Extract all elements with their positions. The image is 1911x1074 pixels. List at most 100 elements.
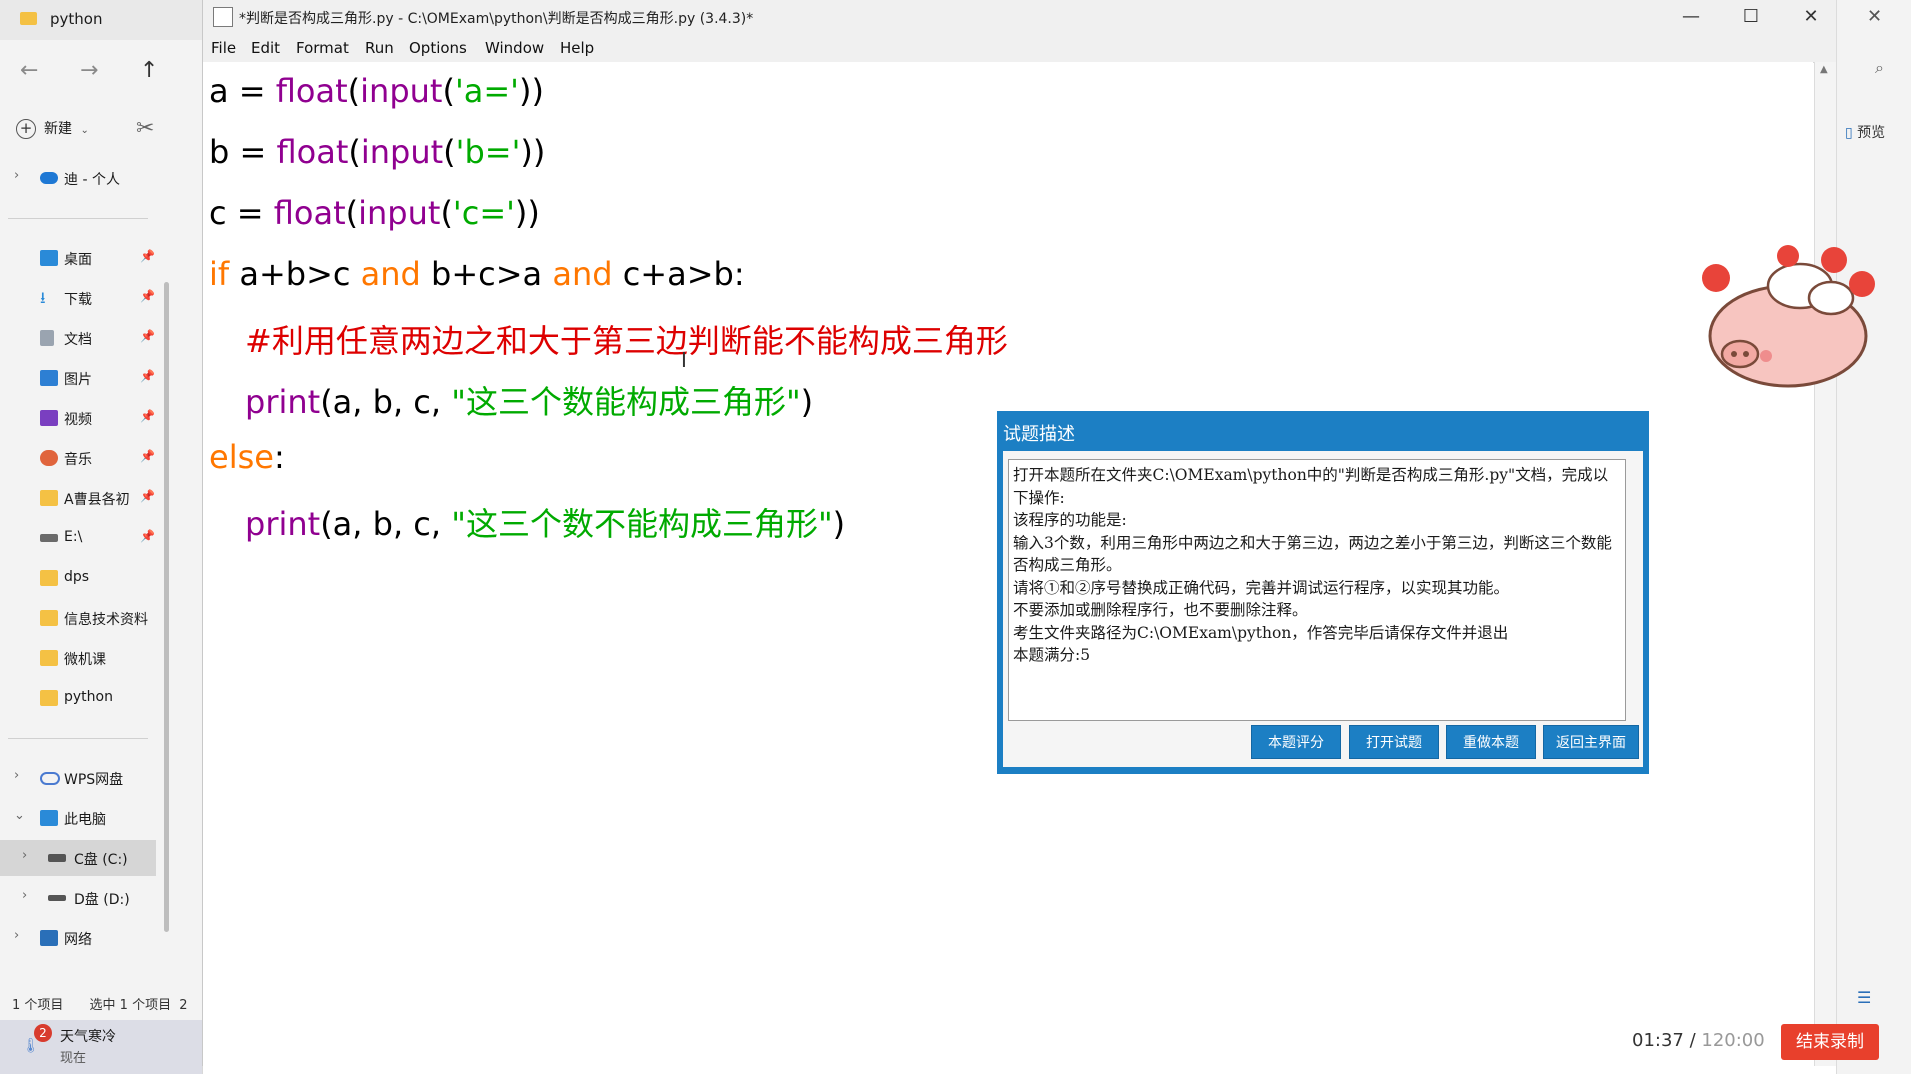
nav-item-label: 文档	[64, 332, 92, 348]
menu-window[interactable]: Window	[485, 39, 544, 57]
python-file-icon	[213, 7, 233, 27]
up-arrow-icon[interactable]: ↑	[140, 58, 158, 83]
menu-format[interactable]: Format	[296, 39, 349, 57]
new-button[interactable]: + 新建 ⌄	[16, 118, 89, 139]
redo-button[interactable]: 重做本题	[1446, 725, 1536, 759]
preview-button[interactable]: ▯ 预览	[1845, 122, 1885, 142]
nav-item-label: C盘 (C:)	[74, 852, 128, 868]
code-keyword: if	[209, 255, 230, 293]
return-main-button[interactable]: 返回主界面	[1543, 725, 1639, 759]
code-builtin: float	[275, 72, 348, 110]
drive-icon	[40, 534, 58, 542]
chevron-right-icon[interactable]: ›	[22, 888, 27, 903]
code-builtin: input	[360, 133, 444, 171]
details-view-icon[interactable]: ☰	[1857, 988, 1871, 1007]
nav-item-label: 网络	[64, 932, 92, 948]
pin-icon[interactable]: 📌	[140, 529, 155, 543]
nav-item-folder-a[interactable]: A曹县各初 📌	[0, 480, 160, 516]
cut-icon[interactable]: ✂	[136, 116, 154, 141]
description-line: 考生文件夹路径为C:\OMExam\python，作答完毕后请保存文件并退出	[1013, 623, 1509, 642]
editor-scrollbar[interactable]: ▲	[1814, 62, 1837, 1066]
nav-item-dps[interactable]: dps	[0, 560, 160, 596]
weather-widget[interactable]: 🌡 2 天气寒冷 现在	[0, 1020, 202, 1074]
code-text: (a, b, c,	[320, 505, 452, 543]
drive-icon	[48, 895, 66, 901]
nav-item-drive-e[interactable]: E:\ 📌	[0, 520, 160, 556]
explorer-scrollbar[interactable]	[164, 282, 169, 932]
code-text: (	[348, 133, 361, 171]
nav-item-python[interactable]: python	[0, 680, 160, 716]
nav-item-documents[interactable]: 文档 📌	[0, 320, 160, 356]
divider	[8, 218, 148, 219]
nav-item-drive-d[interactable]: › D盘 (D:)	[0, 880, 160, 916]
nav-item-network[interactable]: › 网络	[0, 920, 160, 956]
close-icon[interactable]: ✕	[1781, 4, 1841, 30]
pin-icon[interactable]: 📌	[140, 249, 155, 263]
chevron-right-icon[interactable]: ›	[14, 928, 19, 943]
menu-options[interactable]: Options	[409, 39, 467, 57]
pin-icon[interactable]: 📌	[140, 409, 155, 423]
code-text: (	[440, 194, 453, 232]
menu-run[interactable]: Run	[365, 39, 394, 57]
status-extra: 2	[179, 998, 188, 1013]
code-string: 'a='	[454, 72, 519, 110]
nav-item-drive-c[interactable]: › C盘 (C:)	[0, 840, 156, 876]
pin-icon[interactable]: 📌	[140, 329, 155, 343]
minimize-icon[interactable]: —	[1661, 4, 1721, 30]
close-icon[interactable]: ✕	[1867, 6, 1882, 27]
nav-item-pictures[interactable]: 图片 📌	[0, 360, 160, 396]
code-line-7: else:	[209, 438, 285, 476]
maximize-icon[interactable]: ☐	[1721, 4, 1781, 30]
nav-item-this-pc[interactable]: ⌄ 此电脑	[0, 800, 160, 836]
chevron-down-icon: ⌄	[80, 125, 89, 136]
search-icon[interactable]: ⌕	[1875, 58, 1884, 78]
description-line: 请将①和②序号替换成正确代码，完善并调试运行程序，以实现其功能。	[1013, 578, 1510, 597]
text-cursor-icon: I	[681, 348, 687, 372]
nav-item-videos[interactable]: 视频 📌	[0, 400, 160, 436]
open-question-button[interactable]: 打开试题	[1349, 725, 1439, 759]
chevron-right-icon[interactable]: ›	[22, 848, 27, 863]
description-textbox[interactable]: 打开本题所在文件夹C:\OMExam\python中的"判断是否构成三角形.py…	[1008, 459, 1626, 721]
forward-arrow-icon[interactable]: →	[80, 58, 98, 83]
code-keyword: and	[360, 255, 421, 293]
menu-help[interactable]: Help	[560, 39, 594, 57]
pin-icon[interactable]: 📌	[140, 489, 155, 503]
window-title: *判断是否构成三角形.py - C:\OMExam\python\判断是否构成三…	[239, 11, 754, 27]
new-button-label: 新建	[44, 121, 72, 137]
pin-icon[interactable]: 📌	[140, 449, 155, 463]
back-arrow-icon[interactable]: ←	[20, 58, 38, 83]
recording-timer: 01:37 / 120:00	[1632, 1030, 1765, 1051]
computer-icon	[40, 810, 58, 826]
code-string: "这三个数能构成三角形"	[451, 383, 801, 421]
chevron-right-icon[interactable]: ›	[14, 768, 19, 783]
nav-item-microclass[interactable]: 微机课	[0, 640, 160, 676]
file-explorer-window: python ← → ↑ + 新建 ⌄ ✂ › 迪 - 个人 桌面 📌 ⭳ 下载 …	[0, 0, 203, 1074]
stop-recording-button[interactable]: 结束录制	[1781, 1024, 1879, 1060]
scroll-up-icon[interactable]: ▲	[1820, 64, 1828, 75]
explorer-tab[interactable]: python	[0, 0, 202, 40]
notification-badge: 2	[34, 1024, 52, 1042]
pin-icon[interactable]: 📌	[140, 289, 155, 303]
menu-bar: File Edit Format Run Options Window Help	[203, 34, 1837, 63]
menu-edit[interactable]: Edit	[251, 39, 280, 57]
pin-icon[interactable]: 📌	[140, 369, 155, 383]
folder-icon	[40, 570, 58, 586]
chevron-down-icon[interactable]: ⌄	[14, 808, 25, 823]
nav-item-wps-drive[interactable]: › WPS网盘	[0, 760, 160, 796]
nav-item-label: 此电脑	[64, 812, 106, 828]
nav-item-label: 视频	[64, 412, 92, 428]
code-keyword: else	[209, 438, 274, 476]
nav-item-desktop[interactable]: 桌面 📌	[0, 240, 160, 276]
nav-item-downloads[interactable]: ⭳ 下载 📌	[0, 280, 160, 316]
background-window-strip: ✕ ⌕ ▯ 预览 ☰	[1836, 0, 1911, 1074]
code-text: c+a>b:	[612, 255, 745, 293]
picture-icon	[40, 370, 58, 386]
grade-button[interactable]: 本题评分	[1251, 725, 1341, 759]
nav-item-label: python	[64, 689, 113, 705]
nav-item-it-materials[interactable]: 信息技术资料	[0, 600, 160, 636]
nav-item-onedrive[interactable]: › 迪 - 个人	[0, 160, 160, 196]
chevron-right-icon[interactable]: ›	[14, 168, 19, 183]
nav-item-music[interactable]: 音乐 📌	[0, 440, 160, 476]
menu-file[interactable]: File	[211, 39, 236, 57]
nav-item-label: 迪 - 个人	[64, 172, 120, 188]
